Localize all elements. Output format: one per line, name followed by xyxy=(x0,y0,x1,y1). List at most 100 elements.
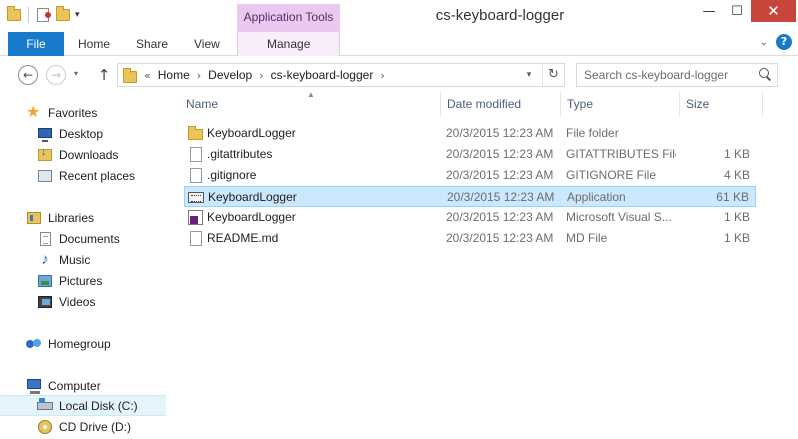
file-row[interactable]: .gitignore 20/3/2015 12:23 AM GITIGNORE … xyxy=(184,165,756,186)
file-date: 20/3/2015 12:23 AM xyxy=(446,231,554,245)
file-size: 1 KB xyxy=(723,147,750,161)
window-title: cs-keyboard-logger xyxy=(435,7,565,24)
file-row-selected[interactable]: KeyboardLogger 20/3/2015 12:23 AM Applic… xyxy=(184,186,756,207)
documents-icon xyxy=(37,231,53,247)
tab-share[interactable]: Share xyxy=(136,32,168,56)
tab-manage[interactable]: Manage xyxy=(267,32,310,56)
recent-locations-icon[interactable]: ▾ xyxy=(74,69,78,78)
sidebar-item-videos[interactable]: Videos xyxy=(0,291,166,312)
sidebar-item-recent-places[interactable]: Recent places xyxy=(0,165,166,186)
sidebar-item-label: Recent places xyxy=(59,168,136,183)
file-name: KeyboardLogger xyxy=(207,210,296,224)
file-name: README.md xyxy=(207,231,279,245)
file-type: GITATTRIBUTES File xyxy=(566,147,676,161)
cd-drive-icon xyxy=(37,419,53,435)
column-divider[interactable] xyxy=(560,92,561,116)
file-date: 20/3/2015 12:23 AM xyxy=(446,168,554,182)
sidebar-item-desktop[interactable]: Desktop xyxy=(0,123,166,144)
file-type: Application xyxy=(567,190,626,204)
file-name: .gitignore xyxy=(207,168,257,182)
navigation-bar: ← → ▾ ↑ « Home › Develop › cs-keyboard-l… xyxy=(0,56,798,92)
file-row[interactable]: KeyboardLogger 20/3/2015 12:23 AM File f… xyxy=(184,123,756,144)
sidebar-item-label: Documents xyxy=(59,231,120,246)
tab-home[interactable]: Home xyxy=(78,32,110,56)
column-header: ▲ Name Date modified Type Size xyxy=(180,90,764,116)
column-type[interactable]: Type xyxy=(567,92,593,116)
folder-icon xyxy=(187,123,203,144)
homegroup-icon xyxy=(26,336,42,352)
back-button[interactable]: ← xyxy=(18,65,38,85)
title-bar: ▾ Application Tools cs-keyboard-logger —… xyxy=(0,0,798,32)
sidebar-item-local-disk[interactable]: Local Disk (C:) xyxy=(0,395,166,416)
star-icon: ★ xyxy=(26,103,41,121)
file-icon xyxy=(187,228,203,249)
breadcrumb-overflow[interactable]: « xyxy=(144,69,151,82)
sidebar-item-label: Libraries xyxy=(48,210,95,225)
sidebar-item-label: Videos xyxy=(59,294,96,309)
file-icon xyxy=(187,144,203,165)
breadcrumb-cs-keyboard-logger[interactable]: cs-keyboard-logger xyxy=(271,68,374,82)
column-date-modified[interactable]: Date modified xyxy=(447,92,521,116)
sidebar-item-label: Local Disk (C:) xyxy=(59,398,138,413)
sidebar-item-favorites[interactable]: ★ Favorites xyxy=(0,102,166,123)
search-box[interactable] xyxy=(576,63,778,87)
close-button[interactable]: ✕ xyxy=(751,0,796,22)
file-date: 20/3/2015 12:23 AM xyxy=(446,126,554,140)
maximize-button[interactable]: ☐ xyxy=(723,0,751,22)
file-row[interactable]: KeyboardLogger 20/3/2015 12:23 AM Micros… xyxy=(184,207,756,228)
file-row[interactable]: .gitattributes 20/3/2015 12:23 AM GITATT… xyxy=(184,144,756,165)
window-controls: — ☐ ✕ xyxy=(695,0,796,22)
hard-disk-icon xyxy=(37,397,53,414)
file-date: 20/3/2015 12:23 AM xyxy=(446,210,554,224)
sidebar-item-libraries[interactable]: Libraries xyxy=(0,207,166,228)
column-divider[interactable] xyxy=(440,92,441,116)
sort-ascending-icon: ▲ xyxy=(307,90,315,99)
file-name: KeyboardLogger xyxy=(207,126,296,140)
column-divider[interactable] xyxy=(679,92,680,116)
file-type: File folder xyxy=(566,126,619,140)
search-icon[interactable] xyxy=(759,68,771,80)
sidebar-item-documents[interactable]: Documents xyxy=(0,228,166,249)
application-icon xyxy=(188,187,204,208)
sidebar-item-label: Favorites xyxy=(48,105,98,120)
chevron-right-icon[interactable]: › xyxy=(197,69,201,82)
chevron-right-icon[interactable]: › xyxy=(380,69,384,82)
address-dropdown-icon[interactable]: ▾ xyxy=(520,64,538,86)
sidebar-item-downloads[interactable]: Downloads xyxy=(0,144,166,165)
toolbar-separator xyxy=(28,7,29,23)
sidebar-item-computer[interactable]: Computer xyxy=(0,375,166,396)
sidebar-item-cd-drive[interactable]: CD Drive (D:) xyxy=(0,416,166,437)
properties-icon[interactable] xyxy=(35,6,51,24)
customize-toolbar-icon[interactable]: ▾ xyxy=(75,6,91,24)
column-name[interactable]: Name xyxy=(186,92,218,116)
folder-icon[interactable] xyxy=(6,6,22,24)
up-button[interactable]: ↑ xyxy=(96,65,112,85)
search-input[interactable] xyxy=(577,64,747,86)
new-folder-icon[interactable] xyxy=(55,6,71,24)
forward-button[interactable]: → xyxy=(46,65,66,85)
expand-ribbon-icon[interactable]: ⌄ xyxy=(760,37,768,48)
ribbon-controls: ⌄ ? xyxy=(760,34,792,50)
sidebar-item-pictures[interactable]: Pictures xyxy=(0,270,166,291)
breadcrumb-home[interactable]: Home xyxy=(158,68,190,82)
refresh-icon[interactable]: ↻ xyxy=(542,64,564,86)
help-icon[interactable]: ? xyxy=(776,34,792,50)
address-bar[interactable]: « Home › Develop › cs-keyboard-logger › … xyxy=(117,63,565,87)
column-size[interactable]: Size xyxy=(686,92,709,116)
sidebar-item-label: CD Drive (D:) xyxy=(59,419,131,434)
file-row[interactable]: README.md 20/3/2015 12:23 AM MD File 1 K… xyxy=(184,228,756,249)
application-tools-tab[interactable]: Application Tools xyxy=(237,4,340,32)
column-divider[interactable] xyxy=(762,92,763,116)
folder-icon xyxy=(122,67,138,83)
file-name: KeyboardLogger xyxy=(208,190,297,204)
sidebar-item-music[interactable]: ♪ Music xyxy=(0,249,166,270)
tab-file[interactable]: File xyxy=(8,32,64,56)
file-type: Microsoft Visual S... xyxy=(566,210,672,224)
chevron-right-icon[interactable]: › xyxy=(259,69,263,82)
sidebar-item-label: Desktop xyxy=(59,126,104,141)
tab-view[interactable]: View xyxy=(194,32,220,56)
breadcrumb-develop[interactable]: Develop xyxy=(208,68,252,82)
sidebar-item-homegroup[interactable]: Homegroup xyxy=(0,333,166,354)
file-size: 1 KB xyxy=(723,231,750,245)
minimize-button[interactable]: — xyxy=(695,0,723,22)
